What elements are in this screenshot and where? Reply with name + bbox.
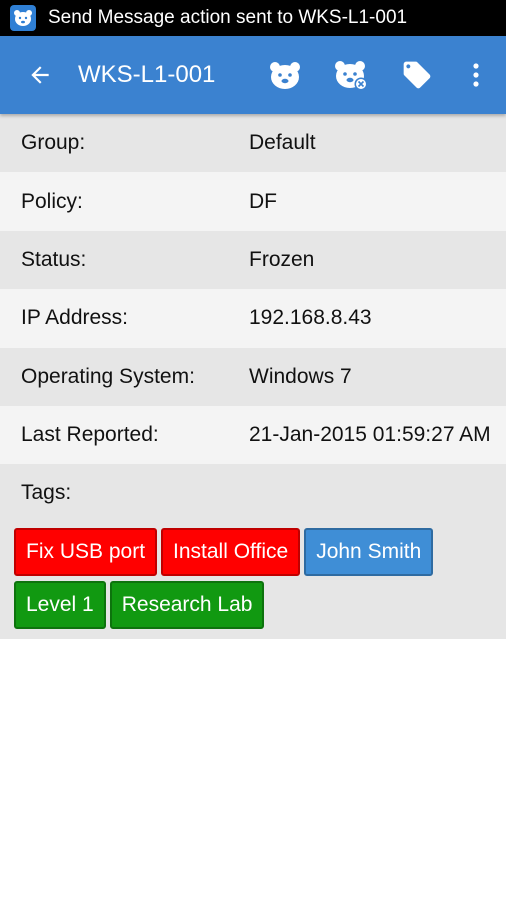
status-bar: Send Message action sent to WKS-L1-001: [0, 0, 506, 36]
bear-freeze-icon: [270, 62, 300, 89]
tag-chip[interactable]: Level 1: [14, 581, 106, 630]
detail-label: Status:: [21, 247, 87, 271]
tags-label: Tags:: [21, 481, 72, 505]
bear-thaw-icon: [335, 61, 368, 91]
tag-icon: [403, 61, 431, 89]
action-bar: [252, 45, 502, 105]
notification-text: Send Message action sent to WKS-L1-001: [48, 7, 408, 28]
bear-app-icon: [10, 5, 36, 31]
thaw-button[interactable]: [318, 45, 384, 105]
detail-label: Last Reported:: [21, 423, 159, 447]
tag-chip[interactable]: Fix USB port: [14, 528, 158, 577]
tag-list: Fix USB port Install Office John Smith L…: [0, 528, 506, 630]
freeze-button[interactable]: [252, 45, 318, 105]
detail-row-ip-address: IP Address: 192.168.8.43: [0, 289, 506, 348]
detail-row-group: Group: Default: [0, 114, 506, 173]
overflow-menu-button[interactable]: [450, 45, 502, 105]
detail-value: 192.168.8.43: [249, 306, 372, 330]
detail-value: Default: [249, 131, 316, 155]
more-vertical-icon: [473, 63, 479, 87]
detail-row-status: Status: Frozen: [0, 230, 506, 290]
detail-list: Group: Default Policy: DF Status: Frozen…: [0, 114, 506, 465]
detail-row-policy: Policy: DF: [0, 172, 506, 231]
tag-chip[interactable]: Research Lab: [109, 581, 265, 630]
detail-row-operating-system: Operating System: Windows 7: [0, 347, 506, 406]
detail-value: 21-Jan-2015 01:59:27 AM: [249, 423, 491, 447]
arrow-back-icon: [31, 66, 49, 84]
page-title: WKS-L1-001: [78, 61, 216, 88]
detail-label: Group:: [21, 131, 86, 155]
back-button[interactable]: [16, 51, 64, 99]
detail-label: Policy:: [21, 189, 83, 213]
app-bar: WKS-L1-001: [0, 36, 506, 114]
tag-button[interactable]: [384, 45, 450, 105]
detail-label: IP Address:: [21, 306, 129, 330]
detail-value: Frozen: [249, 247, 315, 271]
tag-chip[interactable]: Install Office: [161, 528, 301, 577]
detail-row-last-reported: Last Reported: 21-Jan-2015 01:59:27 AM: [0, 405, 506, 465]
detail-label: Operating System:: [21, 364, 195, 388]
tags-section: Tags: Fix USB port Install Office John S…: [0, 464, 506, 640]
detail-value: DF: [249, 189, 277, 213]
tag-chip[interactable]: John Smith: [304, 528, 434, 577]
detail-value: Windows 7: [249, 364, 352, 388]
